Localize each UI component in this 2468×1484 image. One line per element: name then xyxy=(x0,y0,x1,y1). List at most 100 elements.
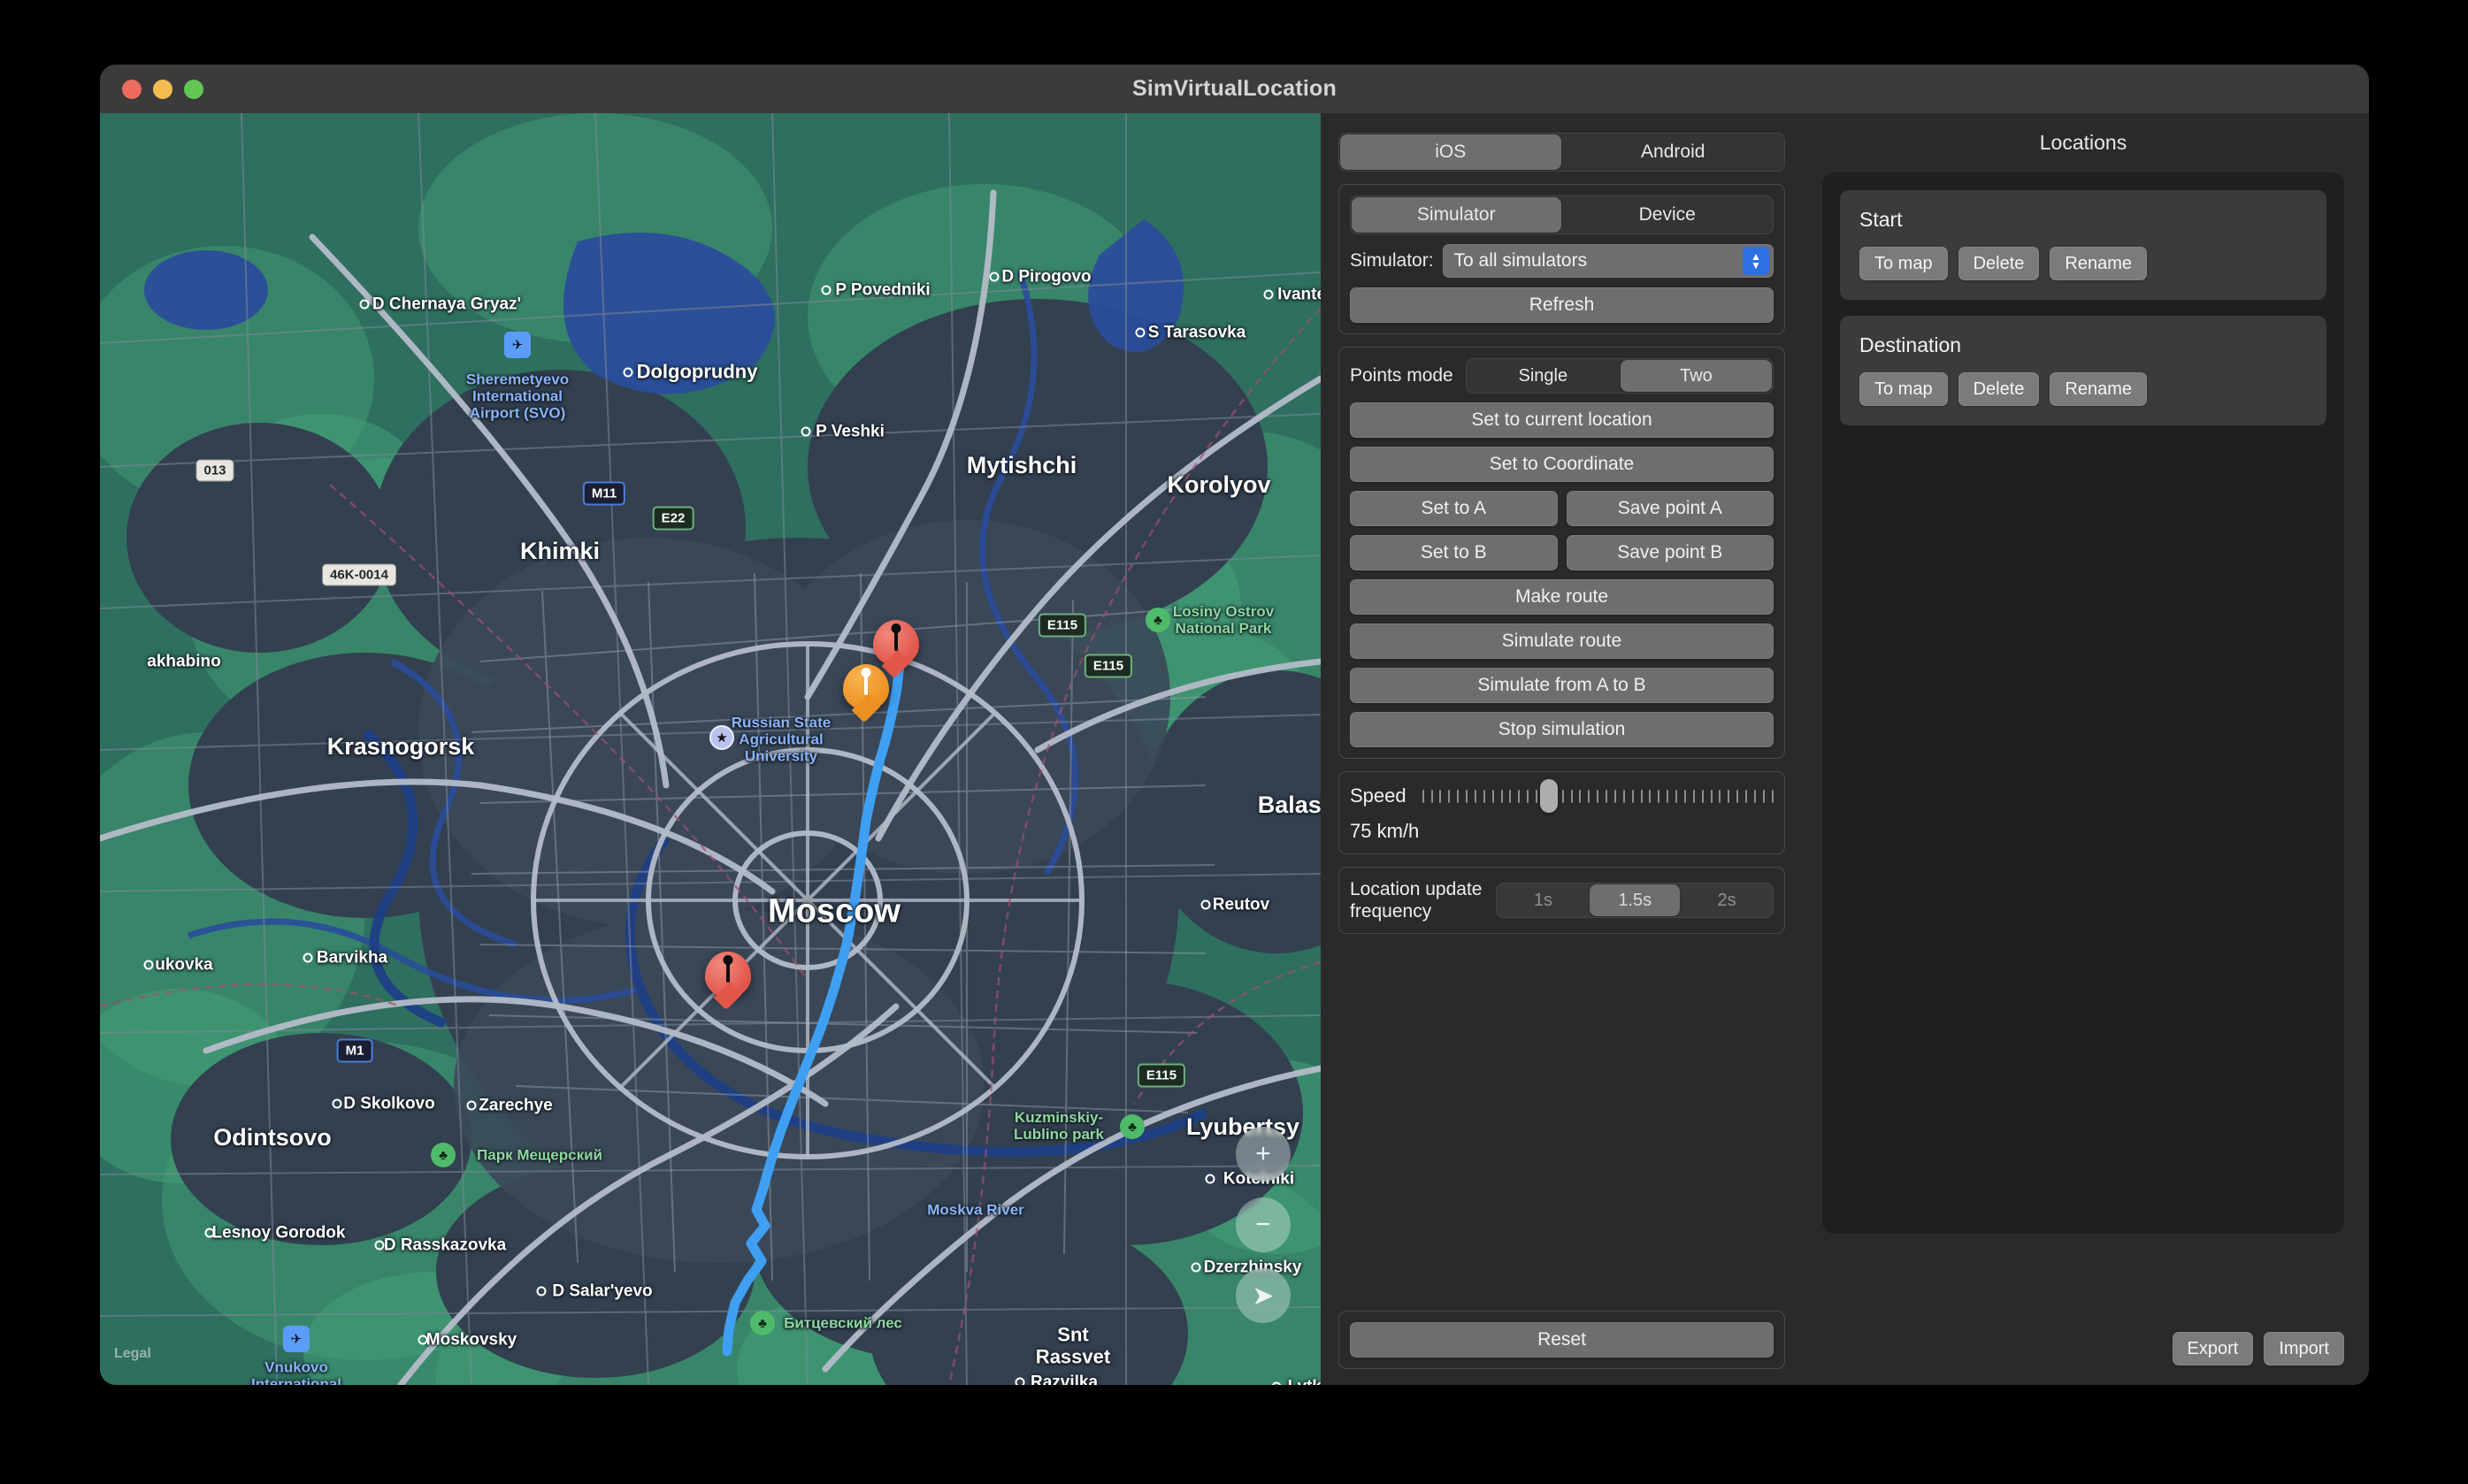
simulator-label: Simulator: xyxy=(1350,250,1434,272)
map-place-dot xyxy=(1191,1263,1200,1273)
stop-simulation-button[interactable]: Stop simulation xyxy=(1350,712,1774,747)
frequency-1-5s[interactable]: 1.5s xyxy=(1590,884,1680,916)
frequency-label-line1: Location update xyxy=(1350,879,1482,899)
map-legal-link[interactable]: Legal xyxy=(114,1346,151,1362)
point-a-row: Set to A Save point A xyxy=(1350,491,1774,526)
points-group: Points mode Single Two Set to current lo… xyxy=(1338,347,1785,759)
minimize-button[interactable] xyxy=(153,80,172,99)
map-pin-point-a[interactable] xyxy=(873,620,919,666)
map-place-dot xyxy=(821,286,831,295)
save-point-b-button[interactable]: Save point B xyxy=(1567,535,1774,570)
reset-group: Reset xyxy=(1338,1311,1785,1369)
frequency-label: Location update frequency xyxy=(1350,878,1482,922)
map-road-shield: 46K-0014 xyxy=(322,564,396,586)
map-pin-waypoint[interactable] xyxy=(843,664,889,710)
frequency-segmented-control[interactable]: 1s 1.5s 2s xyxy=(1496,883,1774,918)
to-map-button[interactable]: To map xyxy=(1859,247,1948,280)
set-to-coordinate-button[interactable]: Set to Coordinate xyxy=(1350,447,1774,482)
simulator-row: Simulator: To all simulators ▲▼ xyxy=(1350,244,1774,278)
controls-panel: iOS Android Simulator Device Simulator: … xyxy=(1321,113,1803,1385)
platform-segmented-control[interactable]: iOS Android xyxy=(1338,133,1785,172)
delete-button[interactable]: Delete xyxy=(1958,247,2040,280)
map-zoom-in-button[interactable]: + xyxy=(1236,1127,1291,1182)
speed-value: 75 km/h xyxy=(1350,820,1774,843)
set-to-current-location-button[interactable]: Set to current location xyxy=(1350,402,1774,438)
points-mode-two[interactable]: Two xyxy=(1621,360,1772,392)
frequency-label-line2: frequency xyxy=(1350,901,1431,922)
map-locate-button[interactable]: ➤ xyxy=(1236,1268,1291,1323)
map-place-dot xyxy=(332,1099,341,1109)
bitsevsky-park-icon: ♣ xyxy=(750,1311,775,1335)
points-mode-segmented-control[interactable]: Single Two xyxy=(1466,358,1774,394)
points-mode-label: Points mode xyxy=(1350,365,1453,386)
map-place-dot xyxy=(624,368,633,378)
vko-airport-icon: ✈ xyxy=(283,1326,310,1352)
map-zoom-out-button[interactable]: − xyxy=(1236,1197,1291,1252)
simulator-select[interactable]: To all simulators ▲▼ xyxy=(1443,244,1774,278)
map-place-dot xyxy=(375,1241,385,1251)
location-name: Destination xyxy=(1859,333,2307,357)
map-place-dot xyxy=(303,953,313,963)
set-to-b-button[interactable]: Set to B xyxy=(1350,535,1558,570)
map-place-dot xyxy=(1016,1378,1025,1386)
map-view[interactable]: D Chernaya Gryaz'P PovednikiD PirogovoIv… xyxy=(100,113,1321,1385)
rename-button[interactable]: Rename xyxy=(2050,372,2147,406)
map-place-dot xyxy=(989,272,999,282)
speed-slider[interactable] xyxy=(1422,783,1774,809)
export-button[interactable]: Export xyxy=(2173,1332,2254,1365)
map-place-dot xyxy=(1206,1174,1215,1184)
map-road-shield: E115 xyxy=(1138,1064,1185,1088)
map-road-shield: M11 xyxy=(583,482,625,506)
map-pin-point-b[interactable] xyxy=(705,952,751,998)
route-buttons: Make route Simulate route Simulate from … xyxy=(1350,579,1774,747)
tab-device[interactable]: Device xyxy=(1563,197,1773,233)
map-place-dot xyxy=(418,1335,428,1345)
frequency-1s[interactable]: 1s xyxy=(1498,884,1588,916)
maximize-button[interactable] xyxy=(184,80,203,99)
make-route-button[interactable]: Make route xyxy=(1350,579,1774,615)
window-body: D Chernaya Gryaz'P PovednikiD PirogovoIv… xyxy=(100,113,2369,1385)
map-place-dot xyxy=(537,1287,547,1297)
map-place-dot xyxy=(801,427,811,437)
device-group: Simulator Device Simulator: To all simul… xyxy=(1338,184,1785,334)
import-button[interactable]: Import xyxy=(2264,1332,2344,1365)
speed-slider-ticks xyxy=(1422,783,1774,809)
locations-list: Start To map Delete Rename Destination T… xyxy=(1822,172,2344,1234)
set-to-a-button[interactable]: Set to A xyxy=(1350,491,1558,526)
map-place-dot xyxy=(467,1101,477,1111)
map-place-dot xyxy=(1200,900,1210,910)
kuzminskiy-park-icon: ♣ xyxy=(1120,1114,1145,1139)
map-place-dot xyxy=(360,300,370,310)
location-card-destination[interactable]: Destination To map Delete Rename xyxy=(1840,316,2326,425)
points-mode-single[interactable]: Single xyxy=(1468,360,1619,392)
simulate-a-to-b-button[interactable]: Simulate from A to B xyxy=(1350,668,1774,703)
rename-button[interactable]: Rename xyxy=(2050,247,2147,280)
tab-android[interactable]: Android xyxy=(1563,134,1784,170)
close-button[interactable] xyxy=(122,80,142,99)
locations-footer: Export Import xyxy=(2173,1332,2345,1365)
location-card-start[interactable]: Start To map Delete Rename xyxy=(1840,190,2326,300)
locations-panel: Locations Start To map Delete Rename Des… xyxy=(1803,113,2369,1385)
delete-button[interactable]: Delete xyxy=(1958,372,2040,406)
to-map-button[interactable]: To map xyxy=(1859,372,1948,406)
reset-button[interactable]: Reset xyxy=(1350,1322,1774,1358)
map-place-dot xyxy=(1263,290,1273,300)
location-actions: To map Delete Rename xyxy=(1859,247,2307,280)
speed-label: Speed xyxy=(1350,784,1406,807)
simulate-route-button[interactable]: Simulate route xyxy=(1350,623,1774,659)
map-road-shield: M1 xyxy=(337,1039,373,1063)
speed-group: Speed 75 km/h xyxy=(1338,771,1785,854)
frequency-2s[interactable]: 2s xyxy=(1682,884,1772,916)
target-segmented-control[interactable]: Simulator Device xyxy=(1350,195,1774,234)
app-window: SimVirtualLocation xyxy=(100,65,2369,1385)
save-point-a-button[interactable]: Save point A xyxy=(1567,491,1774,526)
chevron-updown-icon[interactable]: ▲▼ xyxy=(1743,247,1769,275)
refresh-button[interactable]: Refresh xyxy=(1350,287,1774,323)
tab-simulator[interactable]: Simulator xyxy=(1352,197,1561,233)
university-icon: ★ xyxy=(709,725,734,750)
location-name: Start xyxy=(1859,208,2307,232)
tab-ios[interactable]: iOS xyxy=(1340,134,1561,170)
map-road-shield: 013 xyxy=(195,460,234,482)
speed-slider-thumb[interactable] xyxy=(1540,779,1558,813)
simulator-selected-value: To all simulators xyxy=(1454,250,1743,272)
